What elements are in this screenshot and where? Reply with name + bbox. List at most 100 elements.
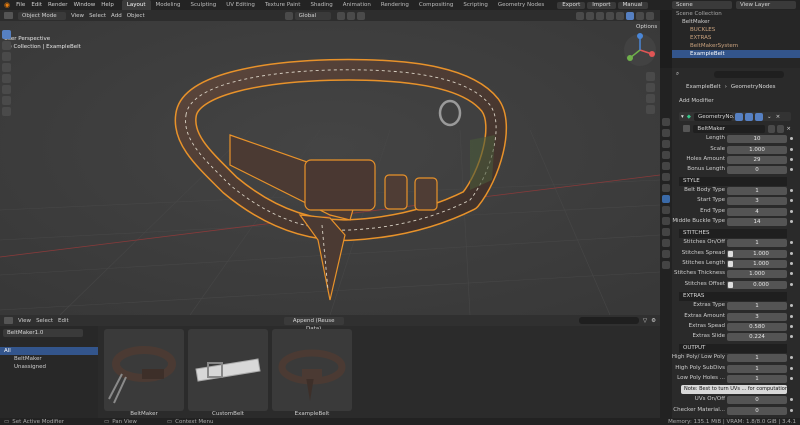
tab-sculpting[interactable]: Sculpting bbox=[186, 0, 222, 10]
prop-value[interactable]: 29 bbox=[727, 156, 787, 164]
overlay-icon[interactable] bbox=[596, 11, 604, 20]
keyframe-dot-icon[interactable] bbox=[790, 210, 793, 213]
prop-value[interactable]: 1 bbox=[727, 375, 787, 383]
render-toggle-icon[interactable] bbox=[755, 112, 763, 121]
modifier-dropdown-icon[interactable]: ⌄ bbox=[767, 114, 772, 120]
viewport-menu-object[interactable]: Object bbox=[127, 13, 145, 19]
import-button[interactable]: Import bbox=[587, 1, 616, 9]
menu-render[interactable]: Render bbox=[48, 2, 68, 8]
snap-icon[interactable] bbox=[346, 11, 355, 20]
viewport-toggle-icon[interactable] bbox=[745, 112, 753, 121]
modifier-name-field[interactable]: GeometryNo... bbox=[694, 112, 738, 121]
tab-modeling[interactable]: Modeling bbox=[151, 0, 186, 10]
viewport-menu-add[interactable]: Add bbox=[111, 13, 122, 19]
prop-value[interactable]: 1 bbox=[727, 239, 787, 247]
physics-tab-icon[interactable] bbox=[662, 217, 670, 225]
tab-geometry-nodes[interactable]: Geometry Nodes bbox=[493, 0, 549, 10]
annotate-tool-icon[interactable] bbox=[2, 96, 11, 105]
menu-window[interactable]: Window bbox=[74, 2, 96, 8]
import-method-dropdown[interactable]: Append (Reuse Data) bbox=[283, 316, 344, 332]
select-tool-icon[interactable] bbox=[2, 30, 11, 39]
tab-shading[interactable]: Shading bbox=[305, 0, 337, 10]
prop-value[interactable]: 14 bbox=[727, 218, 787, 226]
gizmo-icon[interactable] bbox=[586, 11, 594, 20]
catalog-beltmaker[interactable]: BeltMaker bbox=[0, 355, 98, 363]
camera-view-icon[interactable] bbox=[646, 94, 655, 103]
tab-texture-paint[interactable]: Texture Paint bbox=[260, 0, 306, 10]
duplicate-icon[interactable] bbox=[776, 124, 785, 133]
close-icon[interactable]: × bbox=[776, 114, 781, 120]
move-tool-icon[interactable] bbox=[2, 52, 11, 61]
asset-menu-select[interactable]: Select bbox=[36, 318, 53, 324]
blender-logo-icon[interactable]: ◉ bbox=[4, 1, 10, 9]
zoom-icon[interactable] bbox=[646, 72, 655, 81]
input-socket-icon[interactable] bbox=[728, 251, 733, 257]
prop-value[interactable]: 0 bbox=[727, 407, 787, 415]
keyframe-dot-icon[interactable] bbox=[790, 252, 793, 255]
search-icon[interactable]: ⌕ bbox=[676, 71, 684, 78]
keyframe-dot-icon[interactable] bbox=[790, 335, 793, 338]
keyframe-dot-icon[interactable] bbox=[790, 304, 793, 307]
editor-type-icon[interactable] bbox=[4, 317, 13, 324]
tab-compositing[interactable]: Compositing bbox=[414, 0, 458, 10]
pivot-icon[interactable] bbox=[336, 11, 345, 20]
outliner-item-beltmaker[interactable]: BeltMaker bbox=[672, 18, 800, 26]
prop-value[interactable]: 0.580 bbox=[727, 323, 787, 331]
ortho-toggle-icon[interactable] bbox=[646, 105, 655, 114]
prop-value[interactable]: 3 bbox=[727, 197, 787, 205]
prop-value[interactable]: 4 bbox=[727, 208, 787, 216]
catalog-unassigned[interactable]: Unassigned bbox=[0, 363, 98, 371]
proportional-edit-icon[interactable] bbox=[356, 11, 365, 20]
world-tab-icon[interactable] bbox=[662, 173, 670, 181]
node-group-field[interactable]: BeltMaker bbox=[693, 124, 765, 133]
navigation-gizmo[interactable] bbox=[622, 32, 658, 68]
keyframe-dot-icon[interactable] bbox=[790, 148, 793, 151]
prop-value[interactable]: 10 bbox=[727, 135, 787, 143]
keyframe-dot-icon[interactable] bbox=[790, 137, 793, 140]
keyframe-dot-icon[interactable] bbox=[790, 315, 793, 318]
expand-arrow-icon[interactable]: ▾ bbox=[681, 114, 684, 120]
keyframe-dot-icon[interactable] bbox=[790, 199, 793, 202]
asset-search-input[interactable] bbox=[578, 317, 639, 324]
prop-value[interactable]: 1 bbox=[727, 302, 787, 310]
modifier-tab-icon[interactable] bbox=[662, 195, 670, 203]
cursor-tool-icon[interactable] bbox=[2, 41, 11, 50]
scale-tool-icon[interactable] bbox=[2, 74, 11, 83]
material-shading-icon[interactable] bbox=[636, 11, 644, 20]
wireframe-shading-icon[interactable] bbox=[616, 11, 624, 20]
tab-layout[interactable]: Layout bbox=[121, 0, 151, 10]
viewport-menu-select[interactable]: Select bbox=[89, 13, 106, 19]
viewport-menu-view[interactable]: View bbox=[71, 13, 84, 19]
settings-gear-icon[interactable]: ⚙ bbox=[651, 318, 656, 324]
keyframe-dot-icon[interactable] bbox=[790, 398, 793, 401]
outliner-scene-collection[interactable]: Scene Collection bbox=[672, 10, 800, 18]
prop-value[interactable]: 0.000 bbox=[727, 281, 787, 289]
object-tab-icon[interactable] bbox=[662, 184, 670, 192]
keyframe-dot-icon[interactable] bbox=[790, 158, 793, 161]
xray-icon[interactable] bbox=[606, 11, 614, 20]
add-modifier-dropdown[interactable]: Add Modifier bbox=[679, 98, 714, 104]
keyframe-dot-icon[interactable] bbox=[790, 272, 793, 275]
filter-icon[interactable]: ▽ bbox=[643, 318, 647, 324]
3d-viewport[interactable] bbox=[0, 10, 660, 315]
keyframe-dot-icon[interactable] bbox=[790, 220, 793, 223]
fake-user-icon[interactable] bbox=[767, 124, 775, 133]
rendered-shading-icon[interactable] bbox=[646, 11, 654, 20]
view-layer-selector[interactable]: View Layer bbox=[736, 1, 796, 9]
rotate-tool-icon[interactable] bbox=[2, 63, 11, 72]
tab-rendering[interactable]: Rendering bbox=[376, 0, 414, 10]
menu-file[interactable]: File bbox=[16, 2, 25, 8]
constraints-tab-icon[interactable] bbox=[662, 228, 670, 236]
prop-value[interactable]: 1.000 bbox=[727, 250, 787, 258]
prop-value[interactable]: 0 bbox=[727, 396, 787, 404]
prop-value[interactable]: 1 bbox=[727, 354, 787, 362]
particles-tab-icon[interactable] bbox=[662, 206, 670, 214]
object-mode-dropdown[interactable]: Object Mode bbox=[18, 11, 66, 20]
outliner-item-beltmakersystem[interactable]: BeltMakerSystem bbox=[672, 42, 800, 50]
prop-value[interactable]: 1 bbox=[727, 365, 787, 373]
scene-tab-icon[interactable] bbox=[662, 162, 670, 170]
material-tab-icon[interactable] bbox=[662, 250, 670, 258]
texture-tab-icon[interactable] bbox=[662, 261, 670, 269]
outliner-item-examplebelt[interactable]: ExampleBelt bbox=[672, 50, 800, 58]
input-socket-icon[interactable] bbox=[728, 261, 733, 267]
